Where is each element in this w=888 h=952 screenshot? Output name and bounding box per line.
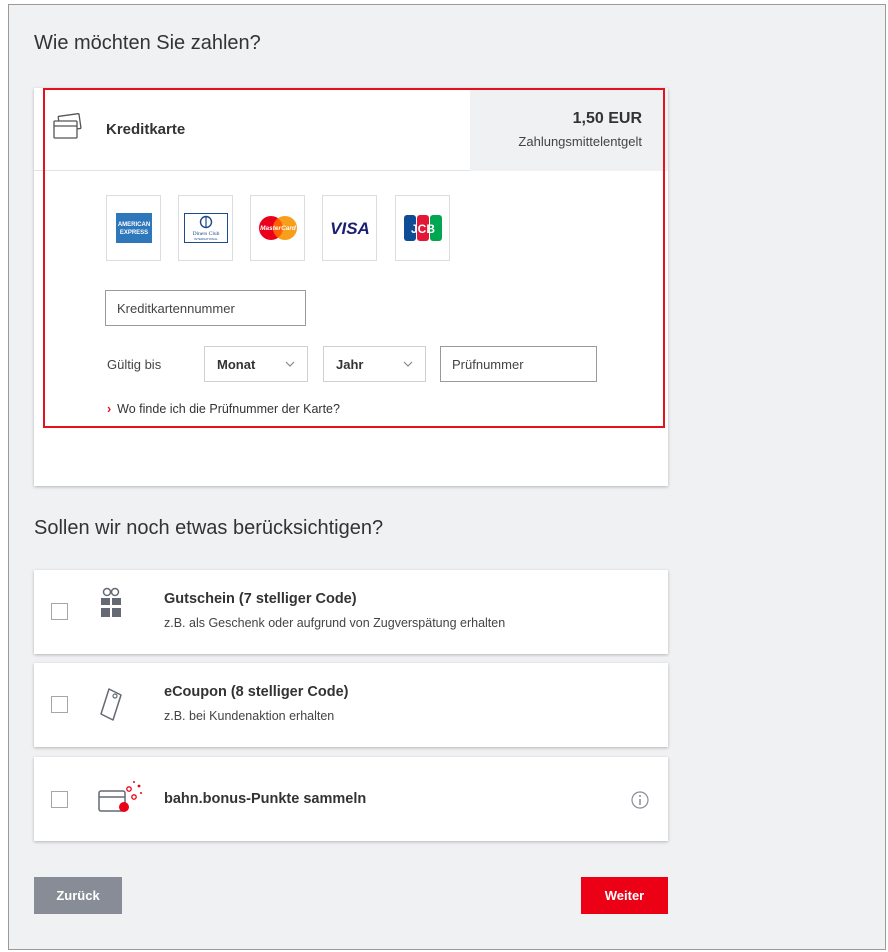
voucher-title: Gutschein (7 stelliger Code) (164, 591, 357, 607)
bonus-card-icon (98, 781, 142, 812)
ecoupon-title: eCoupon (8 stelliger Code) (164, 684, 349, 700)
bahnbonus-title: bahn.bonus-Punkte sammeln (164, 791, 367, 807)
ecoupon-option[interactable]: eCoupon (8 stelliger Code) z.B. bei Kund… (34, 663, 668, 747)
bahnbonus-option[interactable]: bahn.bonus-Punkte sammeln (34, 757, 668, 841)
bahnbonus-checkbox[interactable] (51, 791, 68, 808)
ecoupon-checkbox[interactable] (51, 696, 68, 713)
payment-heading: Wie möchten Sie zahlen? (34, 32, 261, 54)
ticket-icon (100, 688, 122, 721)
info-icon[interactable] (631, 791, 649, 809)
extras-heading: Sollen wir noch etwas berücksichtigen? (34, 517, 384, 539)
voucher-option[interactable]: Gutschein (7 stelliger Code) z.B. als Ge… (34, 570, 668, 654)
ecoupon-subtitle: z.B. bei Kundenaktion erhalten (164, 709, 335, 723)
voucher-subtitle: z.B. als Geschenk oder aufgrund von Zugv… (164, 616, 506, 630)
back-button[interactable]: Zurück (34, 877, 122, 914)
gift-icon (101, 587, 121, 617)
highlight-outline (43, 88, 665, 428)
voucher-checkbox[interactable] (51, 603, 68, 620)
next-button[interactable]: Weiter (581, 877, 668, 914)
